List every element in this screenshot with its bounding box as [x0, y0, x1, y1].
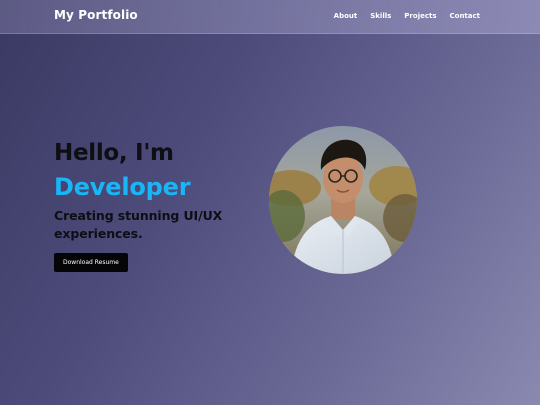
hero-greeting: Hello, I'm	[54, 140, 174, 166]
hero-tagline: Creating stunning UI/UX experiences.	[54, 208, 223, 241]
download-resume-button[interactable]: Download Resume	[54, 253, 128, 272]
hero-role: Developer	[54, 173, 191, 201]
profile-photo	[269, 126, 417, 274]
nav-link-skills[interactable]: Skills	[370, 12, 391, 20]
nav-link-about[interactable]: About	[334, 12, 358, 20]
hero-section: Hello, I'm Developer Creating stunning U…	[54, 138, 264, 272]
profile-photo-illustration	[269, 126, 417, 274]
navbar: My Portfolio About Skills Projects Conta…	[0, 0, 540, 34]
nav-link-projects[interactable]: Projects	[404, 12, 436, 20]
nav-link-contact[interactable]: Contact	[450, 12, 481, 20]
nav-links: About Skills Projects Contact	[334, 12, 480, 20]
brand-logo[interactable]: My Portfolio	[54, 8, 138, 22]
